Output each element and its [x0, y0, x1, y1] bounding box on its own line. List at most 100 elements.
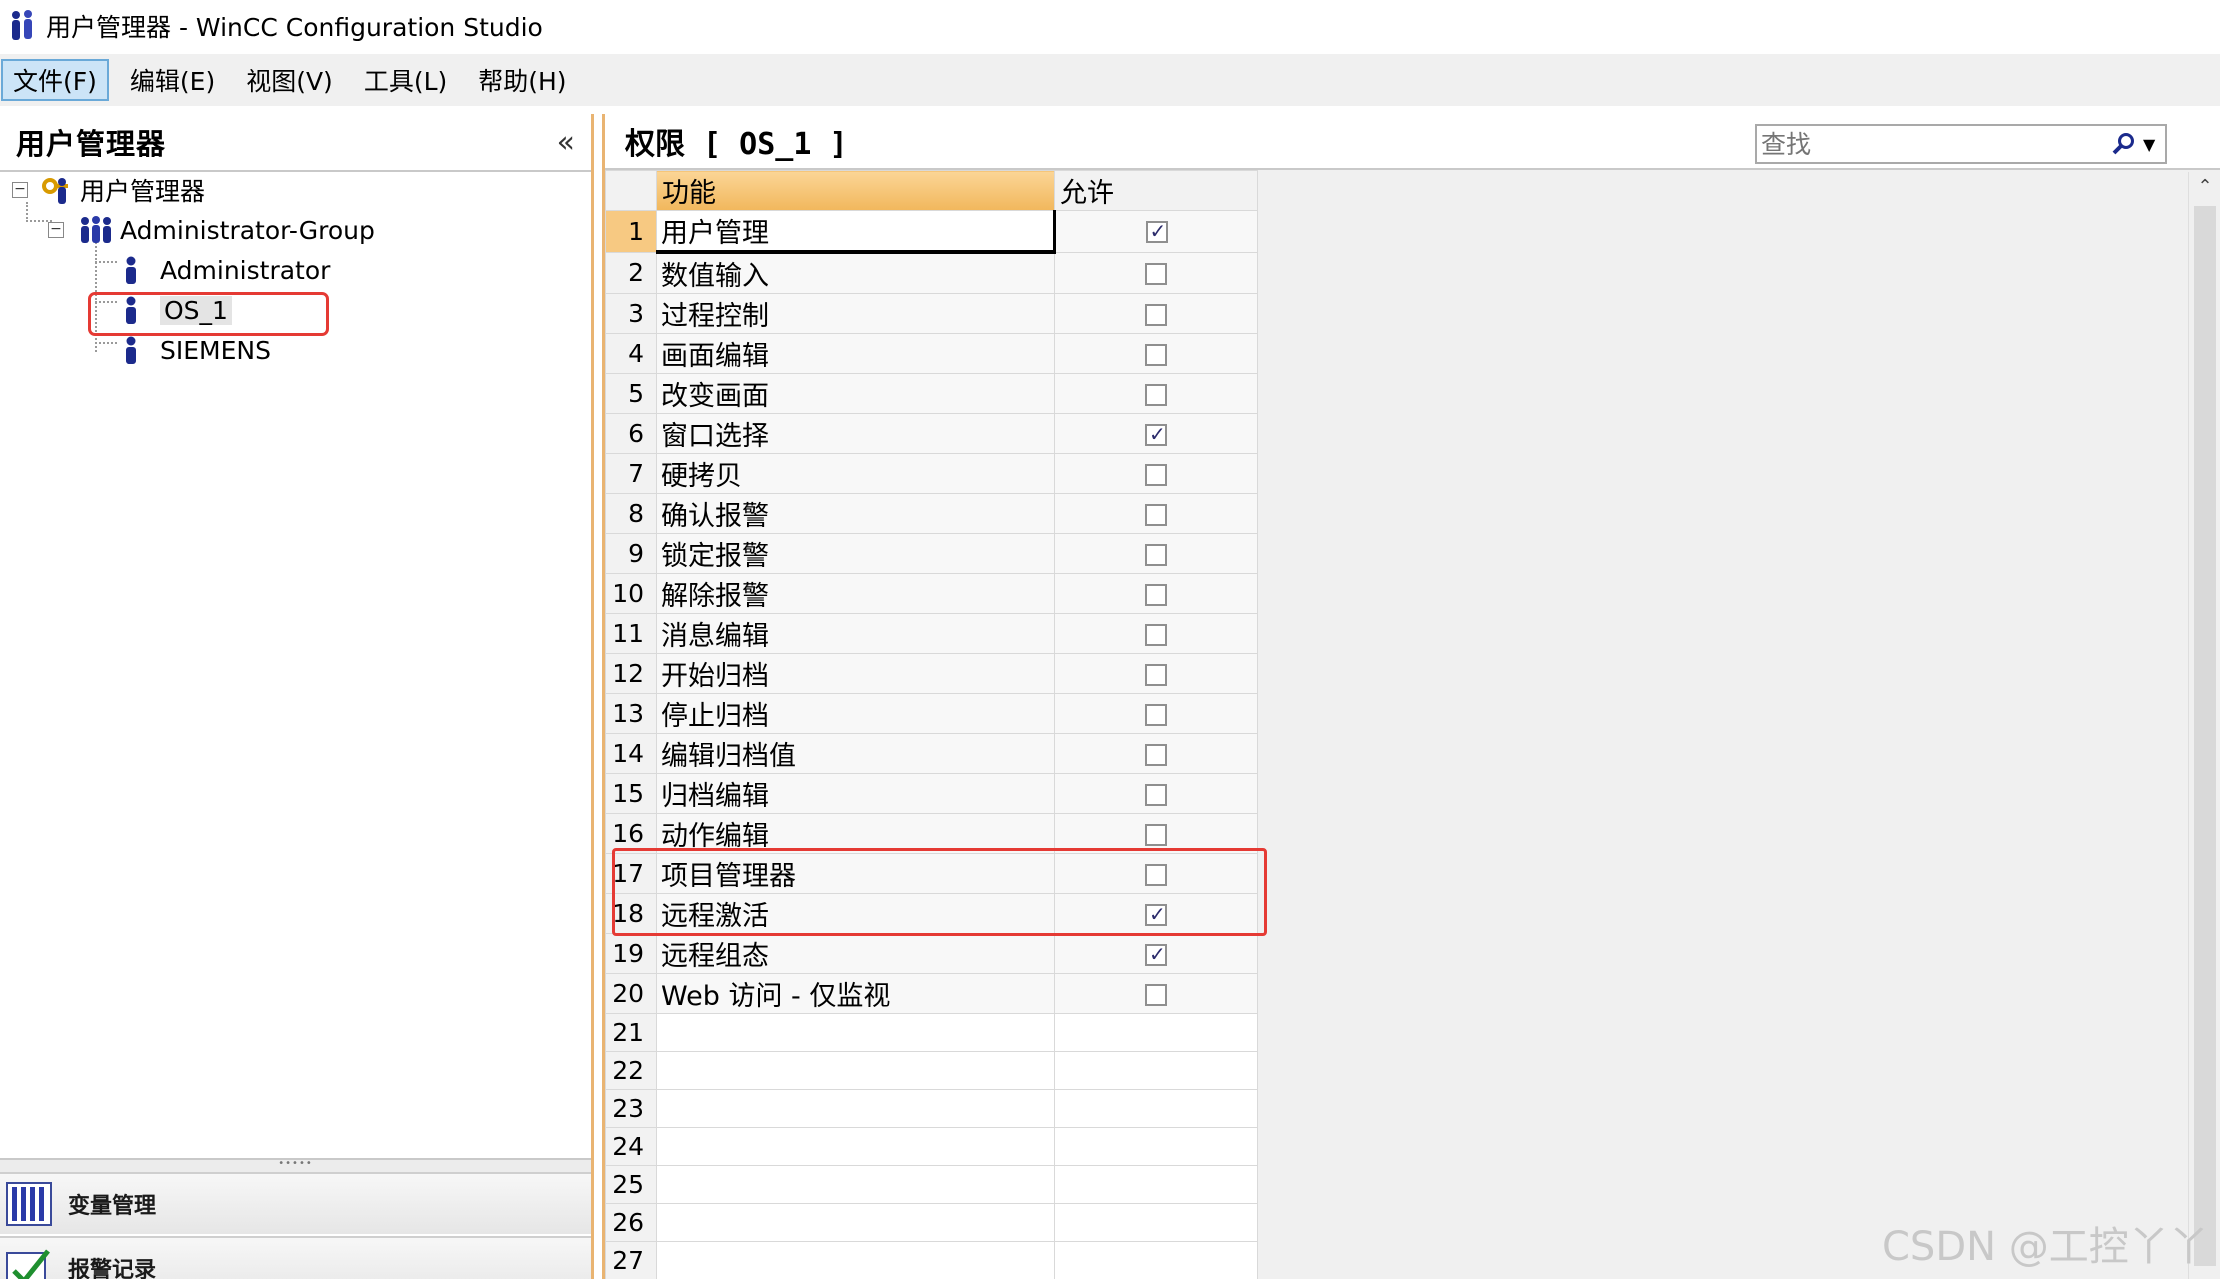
scrollbar-thumb[interactable] [2194, 206, 2216, 1266]
allow-checkbox[interactable] [1145, 343, 1167, 366]
allow-checkbox[interactable] [1145, 262, 1167, 285]
menu-edit[interactable]: 编辑(E) [120, 59, 225, 101]
table-row[interactable]: 23 [605, 1089, 1258, 1128]
column-header-function[interactable]: 功能 [656, 170, 1055, 211]
allow-checkbox[interactable] [1145, 422, 1167, 446]
row-number[interactable]: 21 [605, 1013, 657, 1052]
function-cell[interactable] [656, 1051, 1055, 1090]
table-row[interactable]: 20 Web 访问 - 仅监视 [605, 973, 1258, 1014]
allow-checkbox[interactable] [1145, 663, 1167, 686]
row-number[interactable]: 9 [605, 533, 657, 574]
table-row[interactable]: 1 用户管理 [605, 210, 1258, 254]
allow-checkbox[interactable] [1145, 303, 1167, 326]
allow-checkbox[interactable] [1145, 783, 1167, 806]
search-box[interactable]: ▼ [1755, 124, 2167, 164]
function-cell[interactable]: 画面编辑 [656, 333, 1055, 374]
function-cell[interactable]: 窗口选择 [656, 413, 1055, 454]
table-row[interactable]: 12 开始归档 [605, 653, 1258, 694]
allow-checkbox[interactable] [1145, 583, 1167, 606]
panel-splitter[interactable]: ••••• [0, 1158, 591, 1172]
row-number[interactable]: 2 [605, 251, 657, 294]
table-row[interactable]: 5 改变画面 [605, 373, 1258, 414]
function-cell[interactable] [656, 1089, 1055, 1128]
table-row[interactable]: 26 [605, 1203, 1258, 1242]
row-number[interactable]: 7 [605, 453, 657, 494]
allow-checkbox[interactable] [1145, 983, 1167, 1006]
allow-checkbox[interactable] [1145, 503, 1167, 526]
tree-node-group[interactable]: Administrator-Group [78, 212, 375, 248]
table-row[interactable]: 2 数值输入 [605, 251, 1258, 294]
tree-node-user-administrator[interactable]: Administrator [122, 252, 330, 288]
row-number[interactable]: 13 [605, 693, 657, 734]
table-row[interactable]: 15 归档编辑 [605, 773, 1258, 814]
menu-file[interactable]: 文件(F) [1, 59, 109, 101]
collapse-panel-icon[interactable]: « [557, 125, 575, 160]
row-number[interactable]: 3 [605, 293, 657, 334]
table-row[interactable]: 9 锁定报警 [605, 533, 1258, 574]
row-number[interactable]: 20 [605, 973, 657, 1014]
table-row[interactable]: 24 [605, 1127, 1258, 1166]
menu-tools[interactable]: 工具(L) [354, 59, 457, 101]
table-row[interactable]: 11 消息编辑 [605, 613, 1258, 654]
table-row[interactable]: 27 [605, 1241, 1258, 1279]
scroll-up-icon[interactable]: ⌃ [2189, 172, 2220, 202]
row-number[interactable]: 6 [605, 413, 657, 454]
function-cell[interactable]: 远程组态 [656, 933, 1055, 974]
table-row[interactable]: 21 [605, 1013, 1258, 1052]
function-cell[interactable]: 开始归档 [656, 653, 1055, 694]
table-row[interactable]: 22 [605, 1051, 1258, 1090]
table-row[interactable]: 3 过程控制 [605, 293, 1258, 334]
function-cell[interactable]: 用户管理 [656, 210, 1056, 254]
row-number[interactable]: 24 [605, 1127, 657, 1166]
table-row[interactable]: 25 [605, 1165, 1258, 1204]
row-number[interactable]: 27 [605, 1241, 657, 1279]
row-number[interactable]: 19 [605, 933, 657, 974]
function-cell[interactable]: 停止归档 [656, 693, 1055, 734]
row-number[interactable]: 26 [605, 1203, 657, 1242]
row-number[interactable]: 4 [605, 333, 657, 374]
function-cell[interactable] [656, 1165, 1055, 1204]
row-number[interactable]: 14 [605, 733, 657, 774]
table-row[interactable]: 14 编辑归档值 [605, 733, 1258, 774]
search-dropdown-icon[interactable]: ▼ [2143, 135, 2155, 154]
allow-checkbox[interactable] [1145, 219, 1168, 244]
table-row[interactable]: 13 停止归档 [605, 693, 1258, 734]
tree-expander-group[interactable]: − [48, 222, 64, 238]
allow-checkbox[interactable] [1145, 383, 1167, 406]
row-number[interactable]: 23 [605, 1089, 657, 1128]
allow-checkbox[interactable] [1145, 543, 1167, 566]
allow-checkbox[interactable] [1145, 703, 1167, 726]
row-number[interactable]: 1 [605, 210, 657, 253]
search-input[interactable] [1757, 129, 2107, 159]
function-cell[interactable]: 解除报警 [656, 573, 1055, 614]
vertical-scrollbar[interactable]: ⌃ [2188, 172, 2220, 1279]
allow-checkbox[interactable] [1145, 463, 1167, 486]
function-cell[interactable]: 硬拷贝 [656, 453, 1055, 494]
table-row[interactable]: 10 解除报警 [605, 573, 1258, 614]
allow-checkbox[interactable] [1145, 623, 1167, 646]
row-number[interactable]: 8 [605, 493, 657, 534]
tree-node-user-siemens[interactable]: SIEMENS [122, 332, 271, 368]
function-cell[interactable]: 数值输入 [656, 251, 1055, 294]
column-header-allow[interactable]: 允许 [1054, 170, 1258, 211]
function-cell[interactable]: 锁定报警 [656, 533, 1055, 574]
function-cell[interactable]: 编辑归档值 [656, 733, 1055, 774]
row-number[interactable]: 15 [605, 773, 657, 814]
menu-view[interactable]: 视图(V) [236, 59, 343, 101]
function-cell[interactable] [656, 1013, 1055, 1052]
tree-expander-root[interactable]: − [12, 182, 28, 198]
function-cell[interactable] [656, 1241, 1055, 1279]
function-cell[interactable]: 确认报警 [656, 493, 1055, 534]
row-number[interactable]: 5 [605, 373, 657, 414]
nav-button-alarm-logging[interactable]: 报警记录 [0, 1236, 591, 1279]
table-row[interactable]: 19 远程组态 [605, 933, 1258, 974]
row-number[interactable]: 22 [605, 1051, 657, 1090]
nav-button-tag-management[interactable]: 变量管理 [0, 1172, 591, 1234]
menu-help[interactable]: 帮助(H) [468, 59, 576, 101]
function-cell[interactable]: 改变画面 [656, 373, 1055, 414]
row-number[interactable]: 25 [605, 1165, 657, 1204]
allow-checkbox[interactable] [1145, 823, 1167, 846]
function-cell[interactable] [656, 1127, 1055, 1166]
function-cell[interactable]: 归档编辑 [656, 773, 1055, 814]
table-row[interactable]: 6 窗口选择 [605, 413, 1258, 454]
